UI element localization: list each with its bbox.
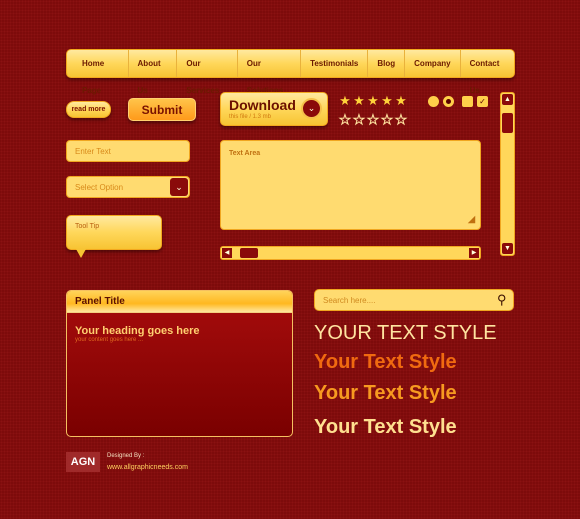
- download-size: this file / 1.3 mb: [229, 114, 272, 120]
- chevron-down-icon[interactable]: ⌄: [170, 178, 188, 196]
- star-outline-icon[interactable]: ★: [394, 113, 408, 127]
- main-nav: Home Page About Us Our Services Our Solu…: [66, 49, 515, 95]
- nav-contact[interactable]: Contact Us: [461, 50, 514, 95]
- download-button[interactable]: Download this file / 1.3 mb ⌄: [220, 92, 328, 126]
- rating-empty[interactable]: ★ ★ ★ ★ ★: [338, 111, 408, 129]
- star-icon[interactable]: ★: [352, 94, 366, 107]
- scroll-left-icon[interactable]: ◀: [222, 248, 232, 258]
- star-icon[interactable]: ★: [366, 94, 380, 107]
- star-outline-icon[interactable]: ★: [380, 113, 394, 127]
- tooltip-label: Tool Tip: [75, 223, 100, 230]
- nav-solutions[interactable]: Our Solutions: [238, 50, 302, 95]
- panel-content: your content goes here ...: [75, 337, 144, 343]
- textarea-label: Text Area: [229, 150, 261, 157]
- scroll-thumb[interactable]: [240, 248, 258, 258]
- vertical-scrollbar[interactable]: ▲ ▼: [500, 92, 515, 256]
- star-outline-icon[interactable]: ★: [338, 113, 352, 127]
- select-value: Select Option: [75, 182, 124, 192]
- submit-button[interactable]: Submit: [128, 98, 196, 121]
- text-style-amber: Your Text Style: [314, 382, 457, 404]
- textarea[interactable]: Text Area ◢: [220, 140, 481, 230]
- scroll-thumb[interactable]: [502, 113, 513, 133]
- designed-by: Designed By :: [107, 453, 145, 459]
- panel: Panel Title Your heading goes here your …: [66, 290, 293, 437]
- nav-about[interactable]: About Us: [129, 50, 178, 95]
- text-style-caps: YOUR TEXT STYLE: [314, 322, 497, 344]
- star-outline-icon[interactable]: ★: [366, 113, 380, 127]
- chevron-down-icon: ⌄: [301, 98, 322, 119]
- text-style-light: Your Text Style: [314, 416, 457, 438]
- select-dropdown[interactable]: Select Option ⌄: [66, 176, 190, 198]
- radio-unchecked[interactable]: [428, 96, 439, 107]
- panel-title: Panel Title: [67, 291, 292, 313]
- radio-checked[interactable]: [443, 96, 454, 107]
- designer-link[interactable]: www.allgraphicneeds.com: [107, 464, 188, 471]
- search-icon[interactable]: ⚲: [497, 292, 507, 308]
- tooltip: Tool Tip: [66, 215, 162, 250]
- search-input[interactable]: Search here.... ⚲: [314, 289, 514, 311]
- nav-home[interactable]: Home Page: [73, 50, 129, 95]
- checkbox-unchecked[interactable]: [462, 96, 473, 107]
- text-input[interactable]: Enter Text: [66, 140, 190, 162]
- agn-logo: AGN: [66, 452, 100, 472]
- nav-blog[interactable]: Blog: [368, 50, 406, 77]
- checkbox-checked[interactable]: ✓: [477, 96, 488, 107]
- nav-company[interactable]: Company: [405, 50, 461, 77]
- read-more-button[interactable]: read more: [66, 101, 111, 118]
- resize-handle-icon[interactable]: ◢: [468, 214, 475, 225]
- star-icon[interactable]: ★: [338, 94, 352, 107]
- star-icon[interactable]: ★: [380, 94, 394, 107]
- horizontal-scrollbar[interactable]: ◀ ▶: [220, 246, 481, 260]
- tooltip-tail: [76, 249, 86, 258]
- nav-services[interactable]: Our Services: [177, 50, 238, 95]
- text-style-orange: Your Text Style: [314, 351, 457, 373]
- scroll-right-icon[interactable]: ▶: [469, 248, 479, 258]
- scroll-up-icon[interactable]: ▲: [502, 94, 513, 105]
- search-placeholder: Search here....: [323, 295, 376, 305]
- download-label: Download: [229, 97, 296, 113]
- rating-filled[interactable]: ★ ★ ★ ★ ★: [338, 92, 408, 110]
- star-outline-icon[interactable]: ★: [352, 113, 366, 127]
- scroll-down-icon[interactable]: ▼: [502, 243, 513, 254]
- star-icon[interactable]: ★: [394, 94, 408, 107]
- panel-heading: Your heading goes here: [75, 325, 200, 337]
- nav-testimonials[interactable]: Testimonials: [301, 50, 369, 77]
